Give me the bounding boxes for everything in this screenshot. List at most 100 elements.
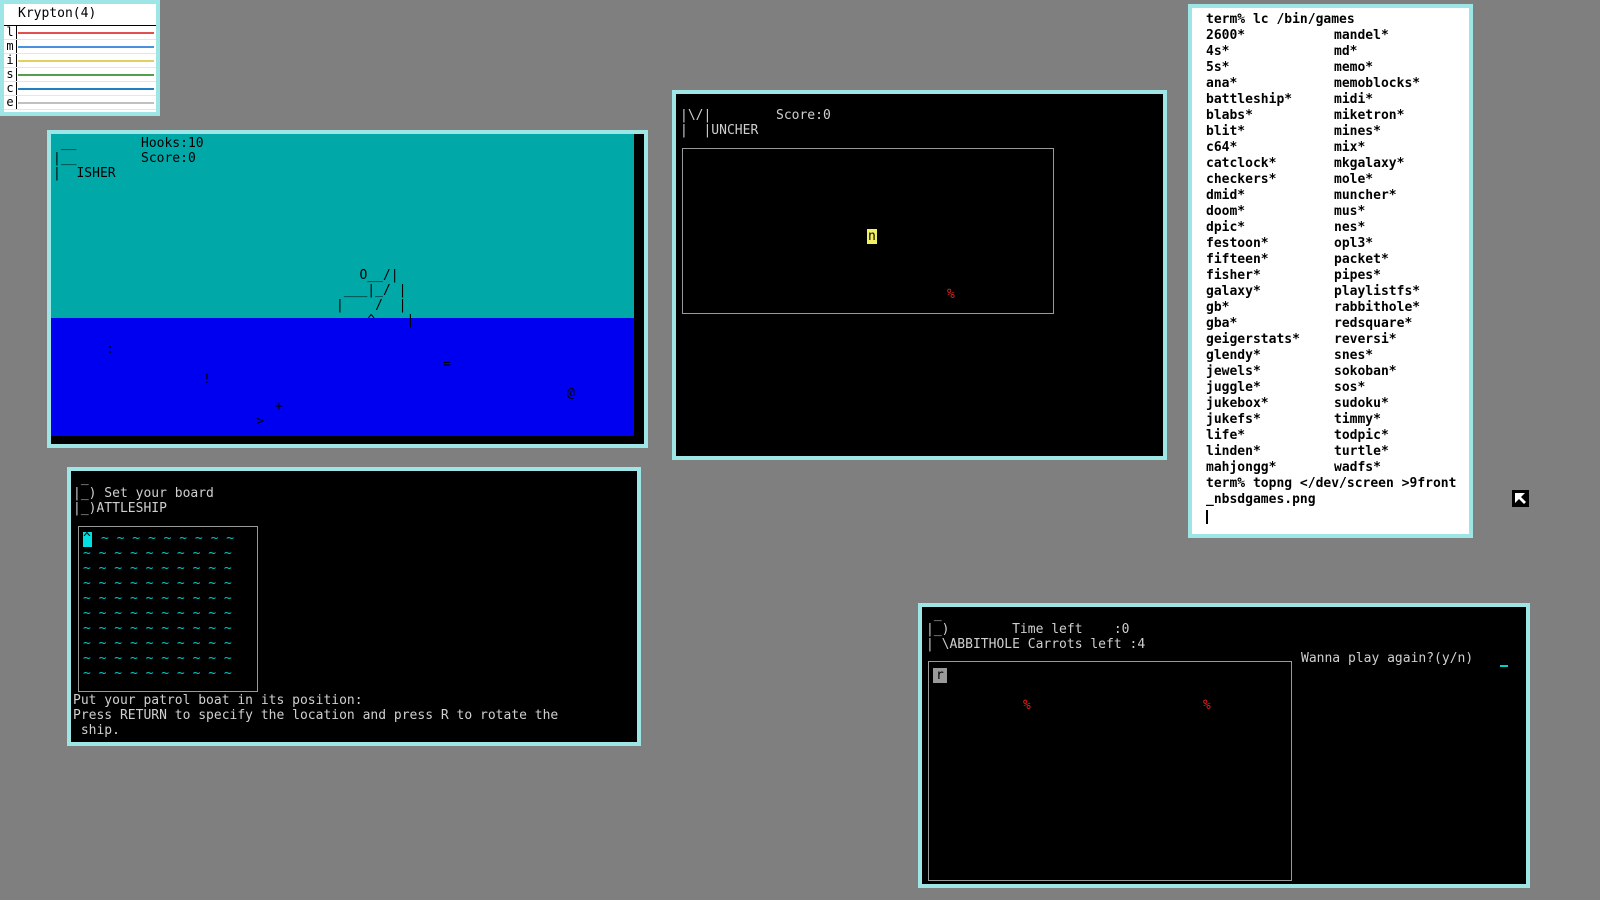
stats-title: Krypton(4): [18, 6, 97, 21]
terminal-list-item: mole*: [1334, 172, 1374, 187]
terminal-list-item: festoon*: [1206, 236, 1269, 251]
terminal-list-item: blabs*: [1206, 108, 1253, 123]
muncher-logo-line-2: | |UNCHER: [680, 123, 759, 138]
fisher-window[interactable]: __ |__ | ISHER Hooks:10 Score:0 O__/| __…: [47, 130, 648, 448]
terminal-list-left: 2600* 4s* 5s* ana* battleship* blabs* blit* c64…: [1206, 28, 1300, 476]
stats-row: m: [4, 40, 156, 54]
terminal-command-1: term% lc /bin/games: [1206, 12, 1355, 27]
terminal-list-item: fisher*: [1206, 268, 1261, 283]
terminal-list-item: 5s*: [1206, 60, 1230, 75]
terminal-list-item: mix*: [1334, 140, 1366, 155]
terminal-list-item: opl3*: [1334, 236, 1374, 251]
stats-row-graph: [18, 60, 154, 62]
fisher-sea: [51, 318, 634, 436]
board-wave-row: ~ ~ ~ ~ ~ ~ ~ ~ ~ ~: [83, 576, 232, 591]
terminal-list-item: doom*: [1206, 204, 1246, 219]
terminal-list-item: checkers*: [1206, 172, 1277, 187]
stats-row-label: s: [4, 68, 17, 81]
terminal-list-item: fifteen*: [1206, 252, 1269, 267]
muncher-player: n: [867, 229, 877, 244]
rabbit-player: r: [933, 668, 947, 683]
terminal-list-item: mandel*: [1334, 28, 1389, 43]
fisher-logo-line-2: |__: [53, 151, 77, 166]
muncher-window[interactable]: |\/| | |UNCHER Score:0 n %: [672, 90, 1167, 460]
carrot-2: %: [1203, 698, 1211, 713]
terminal-list-item: mahjongg*: [1206, 460, 1277, 475]
fisher-boat-line-2: ___|_/ |: [336, 283, 407, 298]
board-wave-row: ~ ~ ~ ~ ~ ~ ~ ~ ~ ~: [83, 606, 232, 621]
battleship-instruction-3: ship.: [73, 723, 120, 738]
stats-row-graph: [18, 46, 154, 48]
board-wave-row: ~ ~ ~ ~ ~ ~ ~ ~ ~ ~: [83, 621, 232, 636]
terminal-list-item: miketron*: [1334, 108, 1405, 123]
terminal-list-item: timmy*: [1334, 412, 1381, 427]
fisher-logo-line-1: __: [53, 136, 77, 151]
terminal-command-2: term% topng </dev/screen >9front: [1206, 476, 1457, 491]
terminal-list-item: 2600*: [1206, 28, 1246, 43]
terminal-list-item: rabbithole*: [1334, 300, 1421, 315]
terminal-list-item: memoblocks*: [1334, 76, 1421, 91]
stats-row: i: [4, 54, 156, 68]
fish-2: =: [443, 357, 451, 372]
board-wave-row: ~ ~ ~ ~ ~ ~ ~ ~ ~ ~: [83, 666, 232, 681]
terminal-list-item: life*: [1206, 428, 1246, 443]
stats-row-label: c: [4, 82, 17, 95]
terminal-list-item: c64*: [1206, 140, 1238, 155]
terminal-list-item: dpic*: [1206, 220, 1246, 235]
rabbithole-logo-line-1: _: [926, 607, 942, 622]
mouse-pointer-icon: [1512, 490, 1529, 507]
fish-6: >: [256, 414, 264, 429]
battleship-logo-line-2: |_) Set your board: [73, 486, 214, 501]
rabbithole-logo-line-2: |_) Time left :0: [926, 622, 1130, 637]
rabbithole-window[interactable]: _ |_) Time left :0 | \ABBITHOLE Carrots …: [918, 603, 1530, 888]
terminal-list-item: galaxy*: [1206, 284, 1261, 299]
prompt-cursor[interactable]: [1500, 665, 1508, 667]
terminal-list-item: gb*: [1206, 300, 1230, 315]
battleship-logo-line-3: |_)ATTLESHIP: [73, 501, 167, 516]
stats-row-graph: [18, 32, 154, 34]
terminal-window[interactable]: term% lc /bin/games 2600* 4s* 5s* ana* battl…: [1188, 4, 1473, 538]
muncher-board[interactable]: n %: [682, 148, 1054, 314]
terminal-list-item: turtle*: [1334, 444, 1389, 459]
text-cursor[interactable]: [1206, 510, 1208, 524]
terminal-list-item: linden*: [1206, 444, 1261, 459]
stats-row-graph: [18, 88, 154, 90]
terminal-list-item: juggle*: [1206, 380, 1261, 395]
terminal-list-item: ana*: [1206, 76, 1238, 91]
stats-row-label: i: [4, 54, 17, 67]
carrot-1: %: [1023, 698, 1031, 713]
stats-row: c: [4, 82, 156, 96]
board-wave-row: ~ ~ ~ ~ ~ ~ ~ ~ ~ ~: [83, 636, 232, 651]
terminal-list-item: battleship*: [1206, 92, 1293, 107]
terminal-list-item: catclock*: [1206, 156, 1277, 171]
terminal-list-item: memo*: [1334, 60, 1374, 75]
fisher-score: Score:0: [141, 151, 196, 166]
muncher-item: %: [947, 287, 955, 302]
terminal-list-item: blit*: [1206, 124, 1246, 139]
stats-row-label: l: [4, 26, 17, 39]
terminal-list-item: jukefs*: [1206, 412, 1261, 427]
terminal-list-item: playlistfs*: [1334, 284, 1421, 299]
play-again-prompt: Wanna play again?(y/n): [1301, 651, 1474, 666]
stats-row: e: [4, 96, 156, 110]
battleship-instruction-1: Put your patrol boat in its position:: [73, 693, 363, 708]
board-wave-row: ~ ~ ~ ~ ~ ~ ~ ~ ~ ~: [83, 591, 232, 606]
stats-row-label: m: [4, 40, 17, 53]
stats-row: l: [4, 26, 156, 40]
terminal-list-item: jukebox*: [1206, 396, 1269, 411]
terminal-list-item: muncher*: [1334, 188, 1397, 203]
stats-row-graph: [18, 102, 154, 104]
stats-row-label: e: [4, 96, 17, 109]
battleship-window[interactable]: _ |_) Set your board |_)ATTLESHIP ^ ~ ~ …: [67, 467, 641, 746]
stats-window[interactable]: Krypton(4) lmisce: [0, 0, 160, 116]
board-waves: ~ ~ ~ ~ ~ ~ ~ ~ ~ ~ ~ ~ ~ ~ ~ ~ ~ ~ ~ ~ ~ …: [83, 531, 234, 681]
battleship-board[interactable]: ^ ~ ~ ~ ~ ~ ~ ~ ~ ~ ~ ~ ~ ~ ~ ~ ~ ~ ~ ~ ~ …: [78, 526, 258, 692]
fisher-boat-line-3: | / |: [336, 298, 407, 313]
fisher-boat-line-4: ^ |: [336, 313, 415, 328]
terminal-list-item: snes*: [1334, 348, 1374, 363]
rabbithole-board[interactable]: r % %: [928, 661, 1292, 881]
rabbithole-logo-line-3: | \ABBITHOLE Carrots left :4: [926, 637, 1146, 652]
muncher-logo-line-1: |\/|: [680, 108, 712, 123]
terminal-list-right: mandel* md* memo* memoblocks* midi* miketron*…: [1334, 28, 1420, 476]
fish-3: !: [203, 372, 211, 387]
